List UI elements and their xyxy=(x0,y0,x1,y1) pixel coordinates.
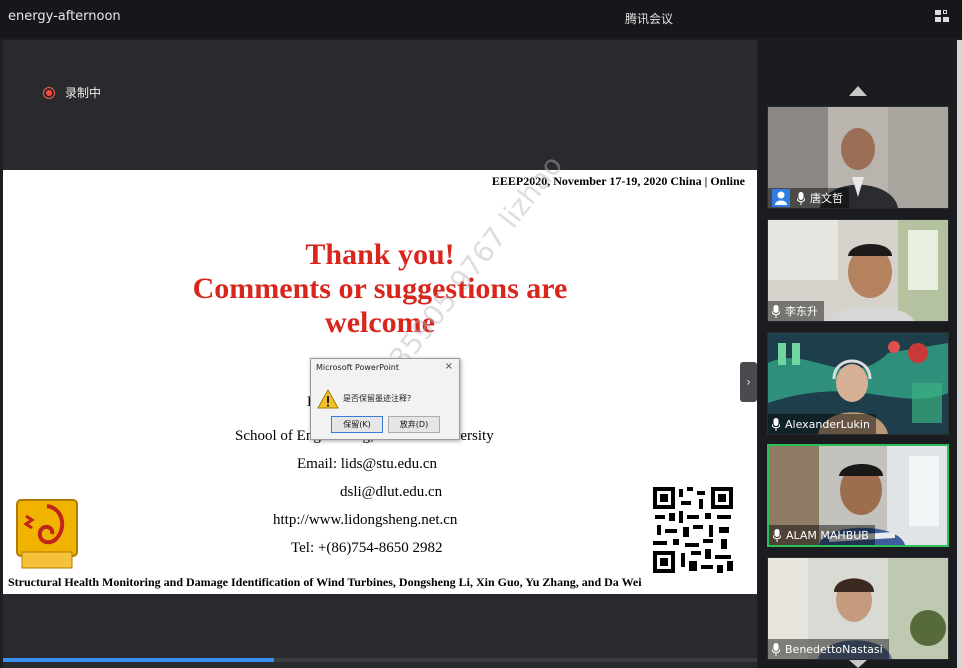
participant-name: 李东升 xyxy=(785,305,818,318)
participant-name: ALAM MAHBUB xyxy=(786,528,869,542)
meeting-name: energy-afternoon xyxy=(8,9,121,24)
window-edge xyxy=(957,40,962,668)
participant-name: AlexanderLukin xyxy=(785,417,870,431)
host-icon xyxy=(772,189,790,207)
dialog-message: 是否保留墨迹注释? xyxy=(343,394,412,403)
slide-website: http://www.lidongsheng.net.cn xyxy=(273,512,458,528)
close-icon[interactable]: × xyxy=(445,361,453,372)
discard-button[interactable]: 放弃(D) xyxy=(388,416,440,433)
layout-switch-icon[interactable] xyxy=(935,10,953,26)
slide-title-line-1: Thank you! xyxy=(305,238,455,271)
participant-name: 唐文哲 xyxy=(810,192,843,205)
recording-label: 录制中 xyxy=(65,86,102,100)
slide-email-1: Email: lids@stu.edu.cn xyxy=(297,456,438,472)
participant-tile-speaking[interactable]: ALAM MAHBUB xyxy=(767,444,949,547)
participant-label: AlexanderLukin xyxy=(768,414,876,434)
microphone-icon xyxy=(773,528,781,542)
slide-telephone: Tel: +(86)754-8650 2982 xyxy=(291,540,443,556)
collapse-sidebar-button[interactable]: › xyxy=(740,362,757,402)
slide-email-2: dsli@dlut.edu.cn xyxy=(340,484,443,500)
participant-tile[interactable]: BenedettoNastasi xyxy=(767,557,949,660)
warning-icon xyxy=(317,389,339,409)
slide-title-line-2: Comments or suggestions are xyxy=(192,272,568,305)
microphone-icon xyxy=(797,191,805,205)
title-bar: energy-afternoon 腾讯会议 xyxy=(0,0,962,38)
qr-code xyxy=(651,485,735,575)
microphone-icon xyxy=(772,642,780,656)
participant-label: 唐文哲 xyxy=(768,188,849,208)
dialog-title: Microsoft PowerPoint xyxy=(316,363,399,372)
app-name: 腾讯会议 xyxy=(625,12,674,26)
slide-title-line-3: welcome xyxy=(325,306,435,339)
participant-tile[interactable]: 李东升 xyxy=(767,219,949,322)
shared-screen-area: 录制中 EEEP2020, November 17-19, 2020 China… xyxy=(3,40,757,668)
participant-tile[interactable]: AlexanderLukin xyxy=(767,332,949,435)
microphone-icon xyxy=(772,304,780,318)
participant-label: 李东升 xyxy=(768,301,824,321)
share-progress-bar xyxy=(3,658,757,662)
scroll-down-icon[interactable] xyxy=(849,660,867,668)
share-progress-fill xyxy=(3,658,275,662)
keep-button[interactable]: 保留(K) xyxy=(331,416,383,433)
participant-tile[interactable]: 唐文哲 xyxy=(767,106,949,209)
participant-name: BenedettoNastasi xyxy=(785,642,883,656)
recording-indicator[interactable]: 录制中 xyxy=(43,84,101,101)
slide-footer: Structural Health Monitoring and Damage … xyxy=(8,575,642,589)
participant-label: BenedettoNastasi xyxy=(768,639,889,659)
scroll-up-icon[interactable] xyxy=(849,86,867,96)
microphone-icon xyxy=(772,417,780,431)
record-icon xyxy=(43,86,55,99)
university-logo xyxy=(16,499,78,569)
powerpoint-dialog: Microsoft PowerPoint × 是否保留墨迹注释? 保留(K) 放… xyxy=(310,358,460,440)
participant-label: ALAM MAHBUB xyxy=(769,525,875,545)
